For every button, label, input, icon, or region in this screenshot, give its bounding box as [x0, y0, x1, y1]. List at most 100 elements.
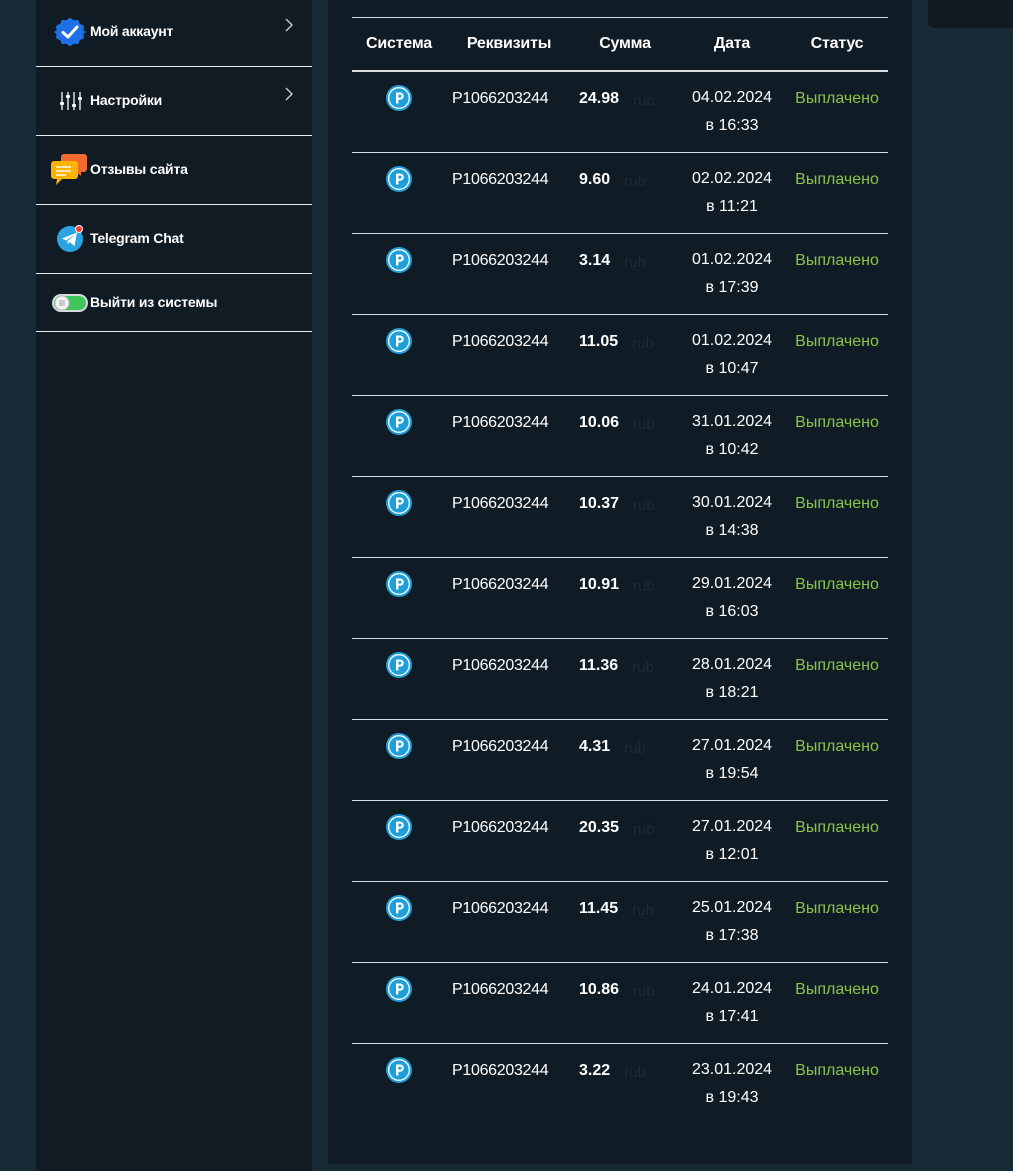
system-cell [352, 395, 446, 477]
status-cell: Выплачено [786, 557, 888, 639]
status-cell: Выплачено [786, 962, 888, 1044]
date-group: 25.01.2024 в 17:38 [678, 894, 786, 950]
amount-cell: 20.35 rub [572, 800, 678, 882]
date-value: 27.01.2024 [691, 737, 773, 754]
payment-details: P1066203244 [452, 252, 549, 269]
status-badge: Выплачено [795, 414, 879, 431]
payeer-icon [386, 895, 412, 921]
status-cell: Выплачено [786, 152, 888, 234]
table-row: P1066203244 11.36 rub 28.01.2024 в 18:21 Выпл… [352, 638, 888, 720]
status-badge: Выплачено [795, 738, 879, 755]
status-badge: Выплачено [795, 657, 879, 674]
amount-value: 20.35 [579, 819, 620, 836]
sidebar-item-logout[interactable]: Выйти из системы [36, 274, 312, 332]
currency-unit: rub [624, 254, 646, 271]
payeer-icon [386, 571, 412, 597]
details-cell: P1066203244 [446, 314, 572, 396]
status-badge: Выплачено [795, 900, 879, 917]
time-value: в 10:47 [705, 360, 759, 377]
date-cell: 24.01.2024 в 17:41 [678, 962, 786, 1044]
amount-cell: 3.22 rub [572, 1044, 678, 1125]
table-row: P1066203244 4.31 rub 27.01.2024 в 19:54 Выпла… [352, 719, 888, 801]
date-cell: 31.01.2024 в 10:42 [678, 395, 786, 477]
amount-group: 10.86 rub [572, 981, 678, 1000]
payeer-icon [386, 976, 412, 1002]
amount-value: 3.14 [579, 252, 611, 269]
table-row: P1066203244 11.45 rub 25.01.2024 в 17:38 Выпл… [352, 881, 888, 963]
amount-value: 10.86 [579, 981, 620, 998]
sidebar-item-settings[interactable]: Настройки [36, 67, 312, 136]
time-value: в 16:33 [705, 117, 759, 134]
payeer-icon [386, 85, 412, 111]
payeer-icon [386, 328, 412, 354]
sidebar-item-my-account[interactable]: Мой аккаунт [36, 0, 312, 67]
payment-details: P1066203244 [452, 495, 549, 512]
column-header-date: Дата [678, 17, 786, 72]
date-value: 01.02.2024 [691, 251, 773, 268]
amount-group: 11.05 rub [572, 333, 678, 352]
date-cell: 30.01.2024 в 14:38 [678, 476, 786, 558]
details-cell: P1066203244 [446, 962, 572, 1044]
currency-unit: rub [633, 821, 655, 838]
currency-unit: rub [624, 740, 646, 757]
system-cell [352, 476, 446, 558]
date-value: 30.01.2024 [691, 494, 773, 511]
amount-value: 24.98 [579, 90, 620, 107]
details-cell: P1066203244 [446, 557, 572, 639]
payment-details: P1066203244 [452, 657, 549, 674]
table-row: P1066203244 20.35 rub 27.01.2024 в 12:01 Выпл… [352, 800, 888, 882]
system-cell [352, 638, 446, 720]
amount-cell: 10.06 rub [572, 395, 678, 477]
payment-details: P1066203244 [452, 171, 549, 188]
sidebar-item-label: Мой аккаунт [90, 23, 174, 39]
status-cell: Выплачено [786, 233, 888, 315]
status-badge: Выплачено [795, 252, 879, 269]
status-badge: Выплачено [795, 333, 879, 350]
currency-unit: rub [624, 1064, 646, 1081]
table-row: P1066203244 10.91 rub 29.01.2024 в 16:03 Выпл… [352, 557, 888, 639]
amount-group: 10.06 rub [572, 414, 678, 433]
date-cell: 27.01.2024 в 12:01 [678, 800, 786, 882]
date-group: 28.01.2024 в 18:21 [678, 651, 786, 707]
sidebar-item-telegram[interactable]: Telegram Chat [36, 205, 312, 274]
system-cell [352, 881, 446, 963]
date-value: 28.01.2024 [691, 656, 773, 673]
amount-cell: 3.14 rub [572, 233, 678, 315]
amount-group: 10.91 rub [572, 576, 678, 595]
amount-value: 11.45 [579, 900, 619, 917]
date-cell: 27.01.2024 в 19:54 [678, 719, 786, 801]
currency-unit: rub [633, 578, 655, 595]
toggle-switch-icon [51, 285, 88, 321]
column-header-details: Реквизиты [446, 17, 572, 72]
table-row: P1066203244 10.86 rub 24.01.2024 в 17:41 Выпл… [352, 962, 888, 1044]
time-value: в 16:03 [705, 603, 759, 620]
sidebar-item-reviews[interactable]: Отзывы сайта [36, 136, 312, 205]
date-value: 04.02.2024 [691, 89, 773, 106]
details-cell: P1066203244 [446, 233, 572, 315]
payeer-icon [386, 247, 412, 273]
date-value: 24.01.2024 [691, 980, 773, 997]
system-cell [352, 962, 446, 1044]
amount-cell: 10.91 rub [572, 557, 678, 639]
time-value: в 10:42 [705, 441, 759, 458]
date-group: 23.01.2024 в 19:43 [678, 1056, 786, 1112]
time-value: в 18:21 [705, 684, 759, 701]
amount-cell: 4.31 rub [572, 719, 678, 801]
system-cell [352, 233, 446, 315]
system-cell [352, 1044, 446, 1125]
status-cell: Выплачено [786, 719, 888, 801]
sidebar-item-label: Telegram Chat [90, 230, 184, 246]
date-group: 01.02.2024 в 17:39 [678, 246, 786, 302]
table-row: P1066203244 9.60 rub 02.02.2024 в 11:21 Выпла… [352, 152, 888, 234]
payment-details: P1066203244 [452, 576, 549, 593]
date-cell: 04.02.2024 в 16:33 [678, 71, 786, 153]
details-cell: P1066203244 [446, 152, 572, 234]
date-group: 30.01.2024 в 14:38 [678, 489, 786, 545]
time-value: в 12:01 [705, 846, 759, 863]
table-row: P1066203244 3.22 rub 23.01.2024 в 19:43 Выпла… [352, 1044, 888, 1125]
currency-unit: rub [632, 335, 654, 352]
date-cell: 23.01.2024 в 19:43 [678, 1044, 786, 1125]
amount-value: 11.36 [579, 657, 619, 674]
amount-cell: 10.37 rub [572, 476, 678, 558]
date-group: 02.02.2024 в 11:21 [678, 165, 786, 221]
